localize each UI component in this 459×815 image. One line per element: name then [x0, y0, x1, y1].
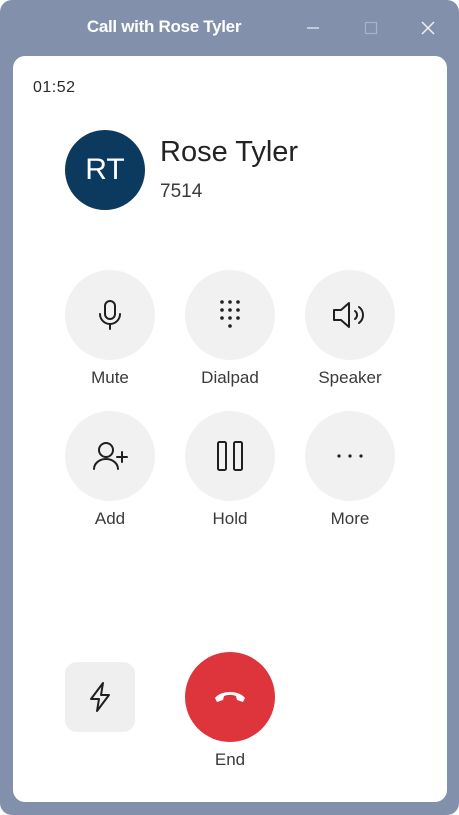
pause-icon: [217, 441, 243, 471]
window-title: Call with Rose Tyler: [86, 17, 242, 36]
minimize-button[interactable]: [298, 14, 328, 42]
speaker-icon: [333, 302, 364, 328]
mute-button[interactable]: [65, 270, 155, 360]
mute-label: Mute: [91, 368, 129, 387]
contact-number: 7514: [160, 181, 203, 202]
more-label: More: [330, 509, 370, 528]
call-panel: 01:52 RT Rose Tyler 7514 Mute Dialpad Sp…: [13, 56, 447, 802]
hang-up-icon: [215, 692, 245, 702]
dialpad-control: Dialpad: [180, 270, 280, 388]
speaker-label: Speaker: [318, 368, 382, 387]
call-timer: 01:52: [33, 79, 76, 96]
hold-button[interactable]: [185, 411, 275, 501]
maximize-icon: [364, 21, 378, 35]
add-control: Add: [60, 411, 160, 529]
flash-button[interactable]: [65, 662, 135, 732]
add-label: Add: [94, 509, 126, 528]
contact-name: Rose Tyler: [160, 136, 299, 168]
minimize-icon: [307, 27, 319, 29]
hold-label: Hold: [212, 509, 248, 528]
add-person-icon: [93, 442, 128, 470]
more-control: More: [300, 411, 400, 529]
call-window: Call with Rose Tyler 01:52 RT Rose Tyler…: [0, 0, 459, 815]
dialpad-label: Dialpad: [201, 368, 259, 387]
close-button[interactable]: [413, 14, 443, 42]
avatar-initials: RT: [85, 153, 125, 186]
dialpad-button[interactable]: [185, 270, 275, 360]
avatar: RT: [65, 130, 145, 210]
mute-control: Mute: [60, 270, 160, 388]
more-button[interactable]: [305, 411, 395, 501]
speaker-control: Speaker: [300, 270, 400, 388]
more-icon: [337, 454, 363, 458]
title-bar[interactable]: Call with Rose Tyler: [0, 0, 459, 56]
end-label: End: [214, 750, 246, 769]
end-call-button[interactable]: [185, 652, 275, 742]
end-control: End: [180, 652, 280, 770]
microphone-icon: [99, 300, 121, 330]
dialpad-icon: [220, 300, 240, 328]
speaker-button[interactable]: [305, 270, 395, 360]
lightning-icon: [90, 682, 110, 712]
maximize-button[interactable]: [356, 14, 386, 42]
hold-control: Hold: [180, 411, 280, 529]
close-icon: [421, 21, 435, 35]
add-button[interactable]: [65, 411, 155, 501]
